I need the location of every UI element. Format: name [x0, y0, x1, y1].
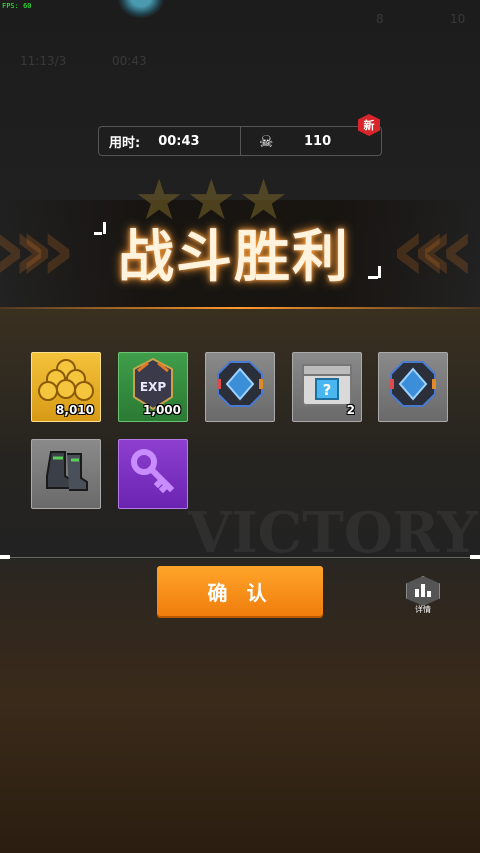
mystery-chest-icon: ?: [302, 364, 352, 407]
ghost-hud-timer: 00:43: [112, 54, 147, 68]
purple-key-icon: [131, 449, 175, 494]
left-chevrons-icon: »»: [0, 197, 76, 302]
ghost-hud-right1: 8: [376, 12, 384, 26]
victory-title: 战斗胜利: [118, 225, 350, 290]
panel-edge-marker-left: [0, 555, 10, 559]
title-corner-left: [94, 232, 102, 235]
ghost-hud-left: 11:13/3: [20, 54, 67, 68]
ghost-hud-right2: 10: [450, 12, 466, 26]
reward-item[interactable]: 8,010: [31, 352, 101, 422]
svg-text:EXP: EXP: [140, 380, 166, 394]
stats-divider: [240, 127, 241, 155]
title-corner-left-v: [103, 222, 106, 234]
blue-core-chip-icon: [217, 361, 263, 408]
panel-bottom-line: [10, 557, 470, 558]
reward-count: 2: [346, 403, 355, 417]
gear-icon: [118, 0, 164, 18]
title-corner-right: [368, 276, 378, 279]
reward-item[interactable]: [378, 352, 448, 422]
combat-boots-icon: [46, 451, 88, 492]
time-value: 00:43: [158, 133, 200, 149]
kill-count: 110: [304, 134, 332, 149]
bar-chart-icon: [406, 576, 440, 606]
skull-icon: ☠: [259, 132, 274, 151]
panel-edge-marker-right: [470, 555, 480, 559]
blue-core-chip-icon: [390, 361, 436, 408]
reward-item[interactable]: [205, 352, 275, 422]
svg-text:?: ?: [323, 381, 332, 399]
reward-count: 8,010: [56, 403, 94, 417]
reward-item[interactable]: [31, 439, 101, 509]
battle-stats-bar: 用时: 00:43 ☠ 110: [98, 126, 382, 156]
details-button[interactable]: 详情: [406, 576, 440, 614]
reward-item[interactable]: EXP 1,000: [118, 352, 188, 422]
time-label: 用时:: [109, 135, 141, 151]
fps-counter: FPS: 60: [2, 2, 32, 10]
right-chevrons-icon: ««: [390, 197, 476, 302]
reward-count: 1,000: [143, 403, 181, 417]
reward-item[interactable]: [118, 439, 188, 509]
confirm-button[interactable]: 确 认: [157, 566, 323, 616]
gold-coins-icon: [38, 359, 94, 402]
reward-item[interactable]: ? 2: [292, 352, 362, 422]
title-corner-right-v: [378, 266, 381, 278]
